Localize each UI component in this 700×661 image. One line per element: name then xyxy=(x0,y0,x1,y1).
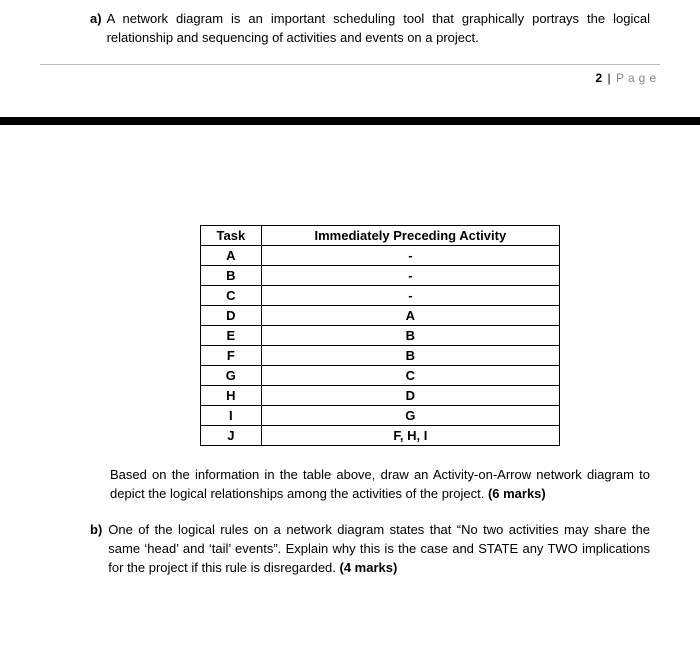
cell-preceding: - xyxy=(261,245,559,265)
table-row: JF, H, I xyxy=(201,425,560,445)
table-row: DA xyxy=(201,305,560,325)
cell-preceding: B xyxy=(261,325,559,345)
page-top: a) A network diagram is an important sch… xyxy=(0,0,700,54)
table-row: IG xyxy=(201,405,560,425)
cell-task: B xyxy=(201,265,262,285)
cell-task: C xyxy=(201,285,262,305)
question-a-text: A network diagram is an important schedu… xyxy=(107,10,650,48)
page-bottom: Task Immediately Preceding Activity A-B-… xyxy=(0,125,700,608)
cell-preceding: G xyxy=(261,405,559,425)
cell-preceding: D xyxy=(261,385,559,405)
cell-preceding: A xyxy=(261,305,559,325)
table-row: HD xyxy=(201,385,560,405)
question-a-marks: (6 marks) xyxy=(488,486,546,501)
table-row: C- xyxy=(201,285,560,305)
page-number-value: 2 xyxy=(595,71,602,85)
question-b-text: One of the logical rules on a network di… xyxy=(108,521,650,578)
cell-task: D xyxy=(201,305,262,325)
table-row: B- xyxy=(201,265,560,285)
question-a-label: a) xyxy=(90,10,102,48)
table-header-row: Task Immediately Preceding Activity xyxy=(201,225,560,245)
activity-table: Task Immediately Preceding Activity A-B-… xyxy=(200,225,560,446)
header-task: Task xyxy=(201,225,262,245)
page-number-sep: | xyxy=(606,71,613,85)
cell-task: J xyxy=(201,425,262,445)
cell-preceding: B xyxy=(261,345,559,365)
cell-task: I xyxy=(201,405,262,425)
page-break-band xyxy=(0,107,700,125)
cell-task: H xyxy=(201,385,262,405)
question-a: a) A network diagram is an important sch… xyxy=(90,10,650,48)
question-b-label: b) xyxy=(90,521,102,578)
table-row: EB xyxy=(201,325,560,345)
cell-preceding: C xyxy=(261,365,559,385)
cell-preceding: - xyxy=(261,285,559,305)
page-number-row: 2 | Page xyxy=(40,64,660,85)
question-a-instruction: Based on the information in the table ab… xyxy=(110,466,650,504)
question-b-marks: (4 marks) xyxy=(340,560,398,575)
question-a-instruction-text: Based on the information in the table ab… xyxy=(110,467,650,501)
page-number-word: Page xyxy=(616,71,660,85)
cell-task: F xyxy=(201,345,262,365)
table-row: A- xyxy=(201,245,560,265)
cell-task: A xyxy=(201,245,262,265)
cell-preceding: - xyxy=(261,265,559,285)
header-preceding: Immediately Preceding Activity xyxy=(261,225,559,245)
cell-task: G xyxy=(201,365,262,385)
cell-preceding: F, H, I xyxy=(261,425,559,445)
question-b: b) One of the logical rules on a network… xyxy=(90,521,650,578)
table-row: GC xyxy=(201,365,560,385)
cell-task: E xyxy=(201,325,262,345)
table-row: FB xyxy=(201,345,560,365)
